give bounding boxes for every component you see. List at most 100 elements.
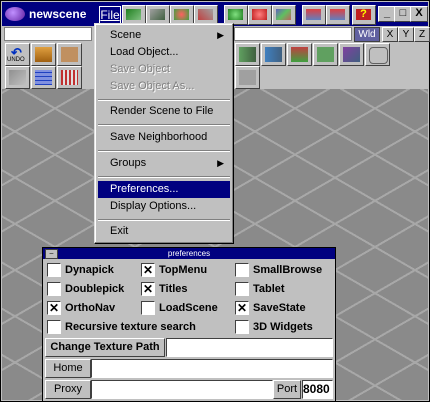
- change-texture-path-button[interactable]: Change Texture Path: [45, 338, 165, 357]
- preferences-panel: preferences – Dynapick ✕ TopMenu SmallBr…: [42, 247, 336, 402]
- checkbox-label: Recursive texture search: [65, 321, 196, 333]
- world-axis-button[interactable]: Wld: [354, 27, 380, 42]
- pan-icon: [198, 9, 213, 20]
- menu-separator: [98, 124, 230, 126]
- checkbox-label: Dynapick: [65, 264, 114, 276]
- checkbox-label: Tablet: [253, 283, 285, 295]
- proxy-field[interactable]: [91, 380, 273, 399]
- checkbox-box[interactable]: [235, 263, 249, 277]
- grid-red-icon: [61, 70, 78, 85]
- menu-item-display-options[interactable]: Display Options...: [98, 198, 230, 215]
- rotate-icon: [174, 9, 189, 20]
- tile-icon: [61, 47, 78, 62]
- home-button[interactable]: Home: [45, 359, 91, 378]
- menu-item-save-neighborhood[interactable]: Save Neighborhood: [98, 129, 230, 146]
- tool-floor-button[interactable]: [5, 66, 30, 89]
- tool-surface-button[interactable]: [235, 66, 260, 89]
- proxy-button[interactable]: Proxy: [45, 380, 91, 399]
- menu-separator: [98, 176, 230, 178]
- tool-tile-button[interactable]: [57, 43, 82, 66]
- checkbox-box[interactable]: [47, 282, 61, 296]
- tool-grid-red-button[interactable]: [57, 66, 82, 89]
- undo-label: UNDO: [7, 57, 25, 63]
- window-title: newscene: [29, 7, 87, 21]
- z-axis-button[interactable]: Z: [414, 27, 430, 42]
- shape-b-icon: [265, 47, 282, 62]
- menu-item-label: Groups: [110, 157, 147, 169]
- checkbox-box[interactable]: [141, 301, 155, 315]
- port-label: Port: [273, 380, 301, 399]
- menu-item-scene[interactable]: Scene ▶: [98, 27, 230, 44]
- toolbar-pan-button[interactable]: [194, 5, 218, 25]
- checkbox-label: Doublepick: [65, 283, 125, 295]
- tool-shape-c-button[interactable]: [287, 43, 312, 66]
- checkbox-box[interactable]: [235, 282, 249, 296]
- checkbox-box[interactable]: [47, 263, 61, 277]
- shape-e-icon: [343, 47, 360, 62]
- checkbox-box[interactable]: [235, 320, 249, 334]
- fly-icon: [150, 9, 165, 20]
- menu-item-groups[interactable]: Groups ▶: [98, 155, 230, 172]
- checkbox-box[interactable]: [47, 320, 61, 334]
- shape-c-icon: [291, 47, 308, 62]
- checkbox-label: Titles: [159, 283, 188, 295]
- menu-item-render-scene[interactable]: Render Scene to File: [98, 103, 230, 120]
- file-menu-button[interactable]: File: [99, 6, 121, 24]
- tool-shape-b-button[interactable]: [261, 43, 286, 66]
- file-dropdown-menu: Scene ▶ Load Object... Save Object Save …: [94, 23, 234, 244]
- close-button[interactable]: X: [410, 6, 428, 22]
- navigate-icon: [126, 9, 141, 20]
- submenu-arrow-icon: ▶: [217, 158, 224, 168]
- menu-item-label: Scene: [110, 29, 142, 41]
- texture-icon: [276, 9, 291, 20]
- undo-button[interactable]: ↶ UNDO: [5, 43, 30, 66]
- toolbar-rotate-button[interactable]: [170, 5, 194, 25]
- tool-shape-d-button[interactable]: [313, 43, 338, 66]
- object-icon: [252, 9, 267, 20]
- grid-blue-icon: [35, 70, 52, 85]
- menu-separator: [98, 219, 230, 221]
- toolbar-help-button[interactable]: ?: [352, 5, 376, 25]
- checkbox-label: LoadScene: [159, 302, 218, 314]
- toolbar-view1-button[interactable]: [302, 5, 326, 25]
- toolbar-object-button[interactable]: [248, 5, 272, 25]
- checkbox-label: 3D Widgets: [253, 321, 313, 333]
- checkbox-label: OrthoNav: [65, 302, 116, 314]
- menu-item-preferences[interactable]: Preferences...: [98, 181, 230, 198]
- menu-separator: [98, 150, 230, 152]
- checkbox-label: SaveState: [253, 302, 306, 314]
- menu-item-exit[interactable]: Exit: [98, 223, 230, 240]
- toolbar-view2-button[interactable]: [326, 5, 350, 25]
- checkbox-box[interactable]: ✕: [141, 282, 155, 296]
- menu-item-save-object: Save Object: [110, 63, 170, 75]
- x-axis-button[interactable]: X: [382, 27, 398, 42]
- main-window: newscene File ? _ □ X Wld X Y Z ↶ UNDO S…: [0, 0, 430, 402]
- checkbox-box[interactable]: ✕: [235, 301, 249, 315]
- toolbar-texture-button[interactable]: [272, 5, 296, 25]
- toolbar-globe-button[interactable]: [224, 5, 248, 25]
- submenu-arrow-icon: ▶: [217, 30, 224, 40]
- toolbar-navigate-button[interactable]: [122, 5, 146, 25]
- globe-icon: [228, 9, 243, 20]
- menu-item-load-object[interactable]: Load Object...: [98, 44, 230, 61]
- floor-icon: [9, 70, 26, 85]
- tool-shape-f-button[interactable]: [365, 43, 390, 66]
- location-field[interactable]: [4, 27, 92, 41]
- coordinate-field[interactable]: [234, 27, 352, 41]
- surface-icon: [239, 70, 256, 85]
- toolbar-fly-button[interactable]: [146, 5, 170, 25]
- tool-shape-a-button[interactable]: [235, 43, 260, 66]
- home-field[interactable]: [91, 359, 333, 378]
- tool-grid-blue-button[interactable]: [31, 66, 56, 89]
- checkbox-box[interactable]: ✕: [141, 263, 155, 277]
- port-field[interactable]: 8080: [302, 380, 333, 399]
- view-icon: [306, 9, 321, 20]
- tool-plank-button[interactable]: [31, 43, 56, 66]
- texture-path-field[interactable]: [166, 338, 333, 357]
- tool-shape-e-button[interactable]: [339, 43, 364, 66]
- checkbox-label: TopMenu: [159, 264, 208, 276]
- checkbox-box[interactable]: ✕: [47, 301, 61, 315]
- y-axis-button[interactable]: Y: [398, 27, 414, 42]
- preferences-close-button[interactable]: –: [45, 249, 58, 259]
- shape-a-icon: [239, 47, 256, 62]
